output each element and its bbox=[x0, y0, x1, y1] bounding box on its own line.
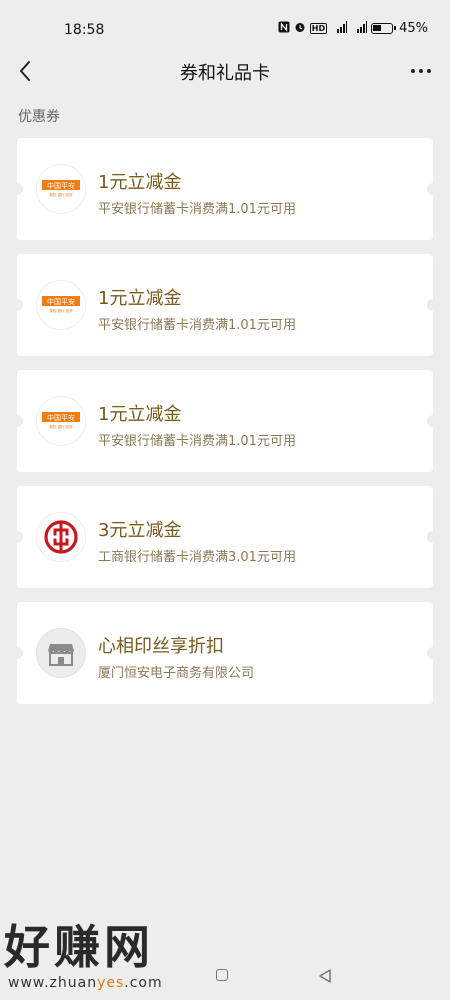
coupon-desc: 工商银行储蓄卡消费满3.01元可用 bbox=[98, 550, 296, 565]
coupon-card[interactable]: 3元立减金 工商银行储蓄卡消费满3.01元可用 bbox=[11, 486, 439, 588]
nav-bar: 券和礼品卡 bbox=[0, 48, 450, 94]
svg-text:中国平安: 中国平安 bbox=[47, 181, 75, 190]
coupon-title: 1元立减金 bbox=[98, 404, 182, 425]
section-title: 优惠券 bbox=[18, 109, 60, 125]
svg-text:中国平安: 中国平安 bbox=[47, 413, 75, 422]
coupon-list: 中国平安 保险·银行·投资 1元立减金 平安银行储蓄卡消费满1.01元可用 中国… bbox=[11, 138, 439, 718]
pingan-bank-logo: 中国平安 保险·银行·投资 bbox=[36, 396, 86, 446]
battery-icon bbox=[371, 23, 397, 34]
coupon-title: 1元立减金 bbox=[98, 172, 182, 193]
coupon-title: 1元立减金 bbox=[98, 288, 182, 309]
hd-icon: HD bbox=[309, 23, 328, 34]
pingan-bank-logo: 中国平安 保险·银行·投资 bbox=[36, 280, 86, 330]
5g-signal-icon bbox=[351, 21, 368, 36]
watermark: 好赚网 www.zhuanyes.com bbox=[0, 905, 210, 1000]
coupon-desc: 平安银行储蓄卡消费满1.01元可用 bbox=[98, 202, 296, 217]
more-horizontal-icon bbox=[411, 69, 415, 73]
page-title: 券和礼品卡 bbox=[180, 63, 270, 84]
svg-text:保险·银行·投资: 保险·银行·投资 bbox=[49, 192, 73, 197]
4g-signal-icon bbox=[331, 21, 348, 36]
coupon-card[interactable]: 中国平安 保险·银行·投资 1元立减金 平安银行储蓄卡消费满1.01元可用 bbox=[11, 138, 439, 240]
coupon-title: 心相印丝享折扣 bbox=[98, 636, 224, 657]
watermark-logo: 好赚网 bbox=[4, 920, 154, 974]
svg-text:保险·银行·投资: 保险·银行·投资 bbox=[49, 308, 73, 313]
store-icon bbox=[36, 628, 86, 678]
coupon-desc: 平安银行储蓄卡消费满1.01元可用 bbox=[98, 434, 296, 449]
coupon-card[interactable]: 中国平安 保险·银行·投资 1元立减金 平安银行储蓄卡消费满1.01元可用 bbox=[11, 370, 439, 472]
status-time: 18:58 bbox=[64, 22, 105, 38]
coupon-card[interactable]: 心相印丝享折扣 厦门恒安电子商务有限公司 bbox=[11, 602, 439, 704]
icbc-bank-logo bbox=[36, 512, 86, 562]
pingan-bank-logo: 中国平安 保险·银行·投资 bbox=[36, 164, 86, 214]
watermark-url: www.zhuanyes.com bbox=[8, 975, 163, 991]
more-button[interactable] bbox=[408, 58, 434, 84]
square-home-icon[interactable] bbox=[216, 969, 228, 981]
battery-percent: 45% bbox=[399, 21, 428, 36]
coupon-desc: 平安银行储蓄卡消费满1.01元可用 bbox=[98, 318, 296, 333]
coupon-desc: 厦门恒安电子商务有限公司 bbox=[98, 666, 255, 681]
svg-text:中国平安: 中国平安 bbox=[47, 297, 75, 306]
svg-text:保险·银行·投资: 保险·银行·投资 bbox=[49, 424, 73, 429]
nfc-icon bbox=[278, 21, 290, 36]
coupon-card[interactable]: 中国平安 保险·银行·投资 1元立减金 平安银行储蓄卡消费满1.01元可用 bbox=[11, 254, 439, 356]
coupon-title: 3元立减金 bbox=[98, 520, 182, 541]
alarm-icon bbox=[294, 21, 306, 36]
status-icons: HD 45% bbox=[278, 21, 428, 36]
